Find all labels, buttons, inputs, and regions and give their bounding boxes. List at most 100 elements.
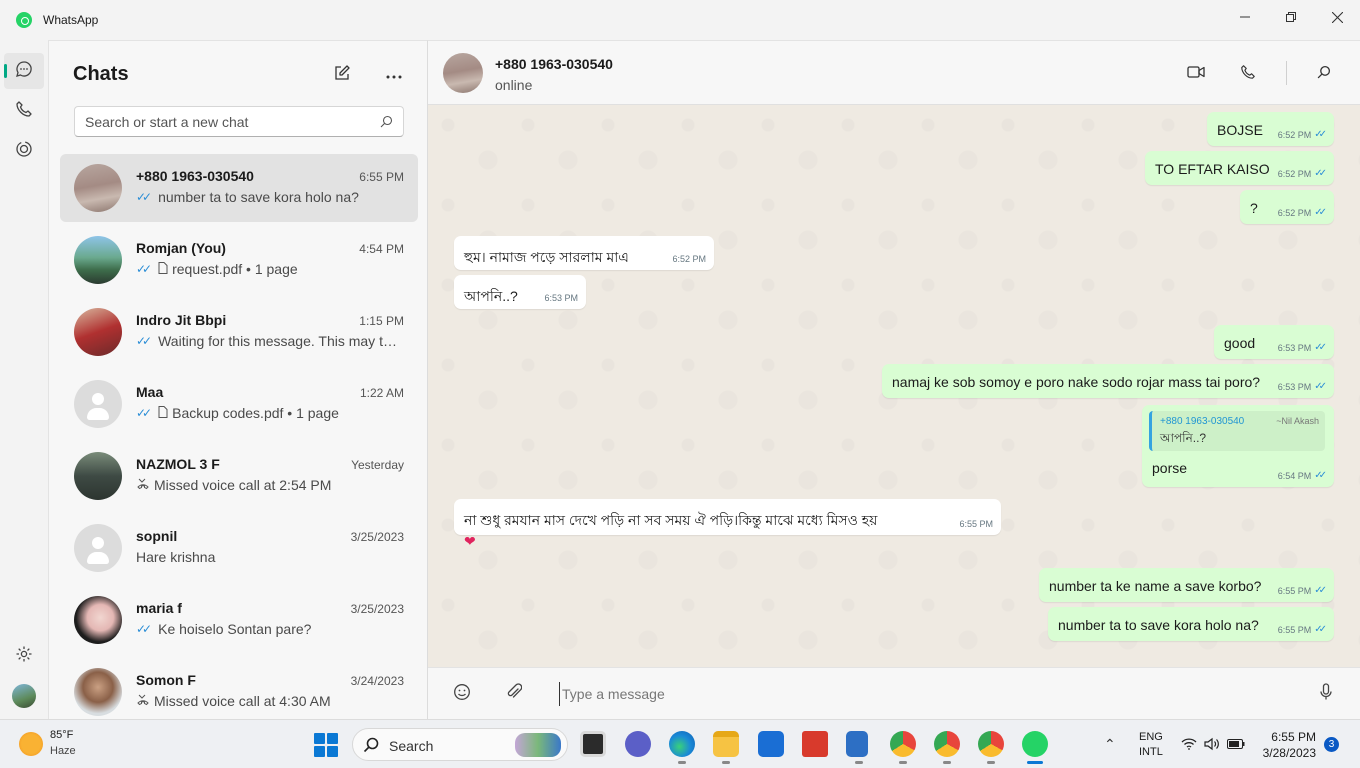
contact-avatar[interactable] [443,53,483,93]
outgoing-message[interactable]: ? 6:52 PM ✓✓ [1240,190,1334,224]
outgoing-message[interactable]: good 6:53 PM ✓✓ [1214,325,1334,359]
teams-chat-app-icon[interactable] [625,731,651,757]
volume-icon[interactable] [1203,736,1221,752]
weather-temperature[interactable]: 85°F [50,729,73,741]
title-bar: WhatsApp [0,0,1360,40]
chrome-profile-3-icon[interactable] [978,731,1004,764]
incoming-message[interactable]: আপনি..? 6:53 PM [454,275,586,309]
outgoing-reply-message[interactable]: +880 1963-030540 ~Nil Akash আপনি..? pors… [1142,405,1334,487]
message-text: BOJSE [1217,122,1263,138]
chat-list-item[interactable]: NAZMOL 3 F Yesterday Missed voice call a… [60,442,418,510]
chat-list-item[interactable]: maria f 3/25/2023 ✓✓ Ke hoiselo Sontan p… [60,586,418,654]
search-icon [363,737,379,758]
more-options-button[interactable] [382,63,406,87]
conversation-header[interactable]: +880 1963-030540 online [428,40,1360,105]
chat-search-box[interactable] [74,106,404,137]
attach-button[interactable] [504,682,524,706]
new-chat-button[interactable] [330,63,354,87]
minimize-button[interactable] [1222,0,1268,34]
incoming-message[interactable]: হুম। নামাজ পড়ে সারলাম মাএ 6:52 PM [454,236,714,270]
message-time: 6:55 PM [1277,624,1312,635]
header-divider [1286,61,1287,85]
weather-sun-icon[interactable] [19,732,43,756]
search-messages-button[interactable] [1313,63,1335,85]
avatar [74,596,122,644]
start-button[interactable] [314,733,338,757]
news-app-icon[interactable] [802,731,828,757]
outgoing-message[interactable]: number ta to save kora holo na? 6:55 PM ✓… [1048,607,1334,641]
video-call-button[interactable] [1185,63,1207,85]
message-input[interactable] [559,682,1299,706]
chrome-profile-1-icon[interactable] [890,731,916,764]
contact-name[interactable]: +880 1963-030540 [495,56,613,72]
message-time: 6:52 PM [1277,207,1312,218]
chrome-profile-2-icon[interactable] [934,731,960,764]
chat-time: 3/24/2023 [350,674,404,688]
edge-browser-icon[interactable] [669,731,695,764]
voice-call-button[interactable] [1237,63,1259,85]
chat-time: 4:54 PM [359,242,404,256]
chat-preview-text: Waiting for this message. This may take … [158,333,398,349]
message-area[interactable]: BOJSE 6:52 PM ✓✓ TO EFTAR KAISO 6:52 PM ✓✓… [428,105,1360,667]
weather-description[interactable]: Haze [50,745,76,757]
chat-list-item[interactable]: Maa 1:22 AM ✓✓ Backup codes.pdf • 1 page [60,370,418,438]
settings-nav-button[interactable] [4,638,44,674]
message-meta: 6:52 PM [672,254,706,264]
chat-name: Somon F [136,672,196,688]
chat-list-item[interactable]: sopnil 3/25/2023 Hare krishna [60,514,418,582]
outgoing-message[interactable]: namaj ke sob somoy e poro nake sodo roja… [882,364,1334,398]
paperclip-icon [506,682,523,706]
input-language-indicator[interactable]: ENG INTL [1139,730,1163,760]
emoji-button[interactable] [452,683,472,706]
chat-search-input[interactable] [75,107,365,136]
microsoft-store-icon[interactable] [758,731,784,757]
chats-nav-button[interactable] [4,53,44,89]
message-composer [428,667,1360,719]
message-time: 6:52 PM [672,254,706,264]
notification-badge[interactable]: 3 [1324,737,1339,752]
chat-name: Indro Jit Bbpi [136,312,227,328]
wifi-icon[interactable] [1180,736,1198,752]
message-meta: 6:52 PM ✓✓ [1277,207,1327,218]
message-time: 6:55 PM [1277,585,1312,596]
chat-list-item[interactable]: Romjan (You) 4:54 PM ✓✓ request.pdf • 1 … [60,226,418,294]
taskbar-search[interactable]: Search [352,728,568,761]
close-button[interactable] [1314,0,1360,34]
emoji-icon [453,683,471,706]
maximize-button[interactable] [1268,0,1314,34]
chevron-up-icon[interactable]: ⌃ [1104,736,1116,753]
outgoing-message[interactable]: number ta ke name a save korbo? 6:55 PM ✓… [1039,568,1334,602]
status-nav-button[interactable] [4,133,44,169]
whatsapp-taskbar-icon[interactable] [1022,731,1048,764]
profile-nav-button[interactable] [4,678,44,714]
chat-time: 3/25/2023 [350,602,404,616]
chat-preview: ✓✓ Ke hoiselo Sontan pare? [136,621,398,637]
quoted-author: +880 1963-030540 [1160,416,1245,427]
calls-nav-button[interactable] [4,93,44,129]
chat-list-item[interactable]: +880 1963-030540 6:55 PM ✓✓ number ta to… [60,154,418,222]
message-time: 6:53 PM [1277,342,1312,353]
system-clock[interactable]: 6:55 PM 3/28/2023 [1240,729,1316,761]
windows-taskbar: 85°F Haze Search ⌃ ENG INTL 6:55 PM 3/28… [0,719,1360,768]
outgoing-message[interactable]: TO EFTAR KAISO 6:52 PM ✓✓ [1145,151,1334,185]
message-text: number ta to save kora holo na? [1058,617,1259,633]
file-explorer-icon[interactable] [713,731,739,764]
heart-reaction-icon[interactable]: ❤ [464,533,476,550]
terminal-app-icon[interactable] [580,731,606,757]
message-text: porse [1152,460,1188,476]
document-icon [158,261,168,277]
chat-list-item[interactable]: Indro Jit Bbpi 1:15 PM ✓✓ Waiting for th… [60,298,418,366]
notepad-app-icon[interactable] [846,731,868,764]
incoming-message[interactable]: না শুধু রমযান মাস দেখে পড়ি না সব সময় ঐ… [454,499,1001,535]
read-ticks-icon: ✓✓ [1314,381,1327,392]
chat-time: Yesterday [351,458,404,472]
clock-date: 3/28/2023 [1262,746,1316,760]
voice-message-button[interactable] [1316,682,1336,704]
video-camera-icon [1187,65,1205,84]
chat-name: NAZMOL 3 F [136,456,220,472]
chat-preview-text: number ta to save kora holo na? [158,189,359,205]
outgoing-message[interactable]: BOJSE 6:52 PM ✓✓ [1207,112,1334,146]
quoted-message[interactable]: +880 1963-030540 ~Nil Akash আপনি..? [1149,411,1325,451]
message-text: না শুধু রমযান মাস দেখে পড়ি না সব সময় ঐ… [464,512,878,528]
chat-list-item[interactable]: Somon F 3/24/2023 Missed voice call at 4… [60,658,418,719]
